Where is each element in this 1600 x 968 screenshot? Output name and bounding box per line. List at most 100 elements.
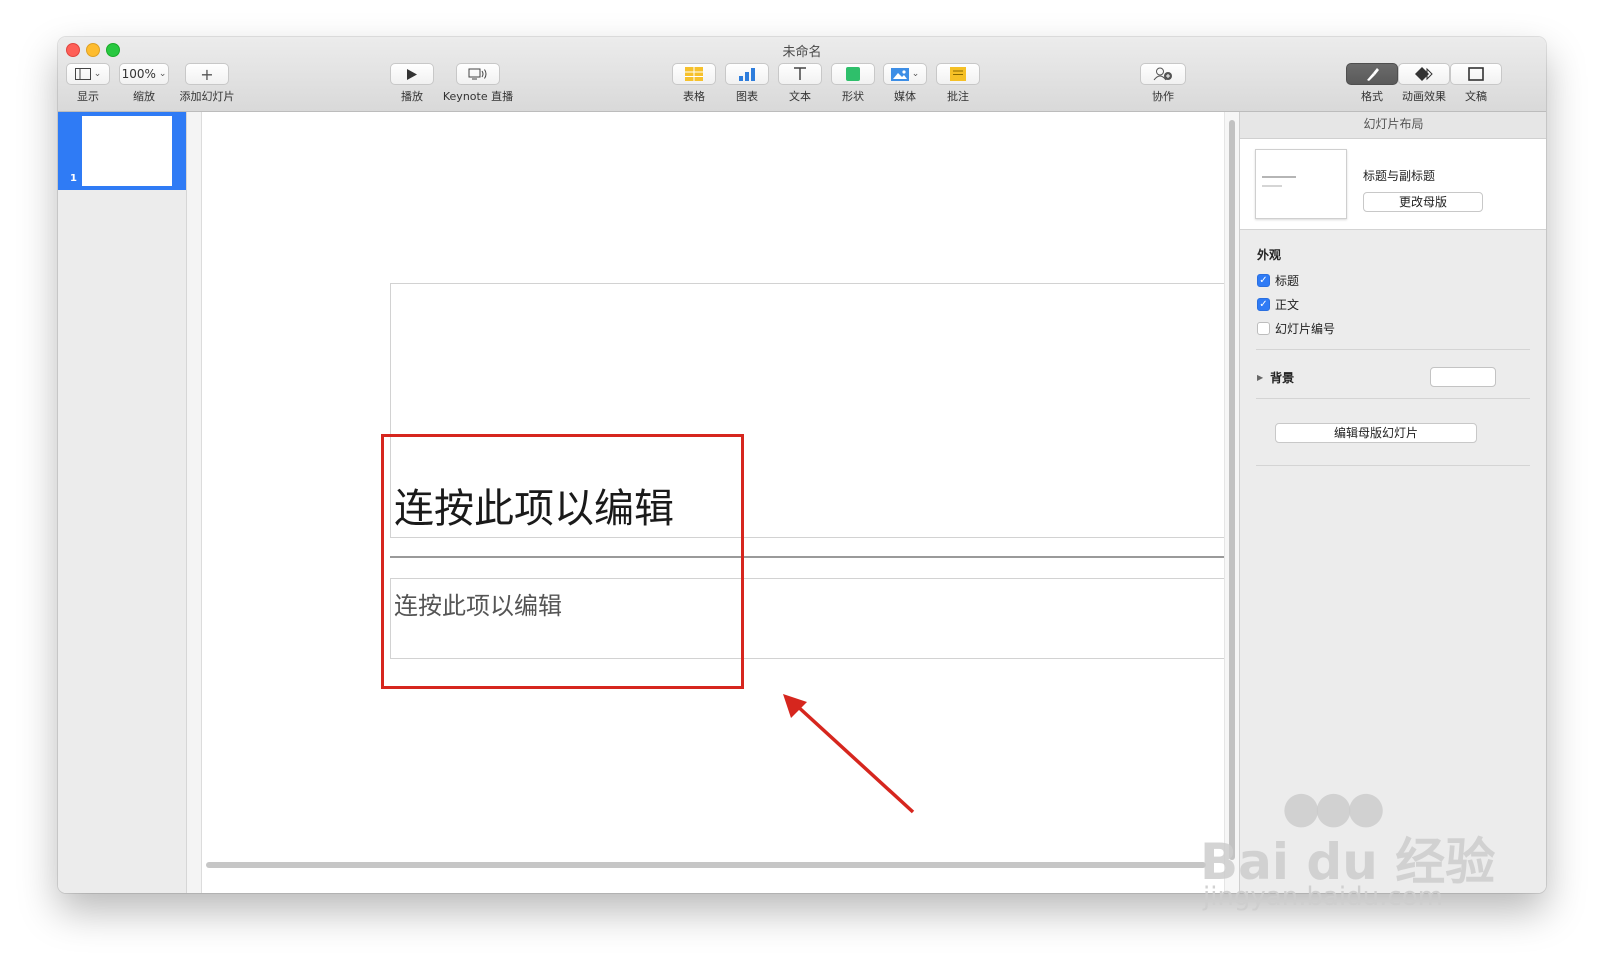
window-title: 未命名 (782, 45, 822, 60)
comment-label: 批注 (947, 90, 969, 103)
background-color-well[interactable] (1430, 367, 1496, 387)
canvas-margin (187, 112, 202, 893)
annotation-arrow (783, 694, 915, 814)
animate-label: 动画效果 (1402, 90, 1446, 103)
body-checkbox-row[interactable]: ✓ 正文 (1257, 296, 1299, 312)
shape-icon (846, 67, 860, 81)
slide-navigator: 1 (58, 112, 187, 893)
comment-tool[interactable]: 批注 (936, 63, 980, 104)
disclosure-triangle-icon: ▶ (1257, 373, 1264, 382)
media-button[interactable]: ⌄ (883, 63, 927, 85)
checkbox-unchecked[interactable] (1257, 321, 1270, 335)
zoom-select[interactable]: 100% ⌄ (119, 63, 169, 85)
comment-icon (950, 67, 966, 81)
add-slide-label: 添加幻灯片 (179, 90, 235, 103)
chevron-down-icon: ⌄ (93, 69, 102, 79)
checkbox-label: 标题 (1275, 273, 1300, 288)
document-button[interactable] (1450, 63, 1502, 85)
table-button[interactable] (672, 63, 716, 85)
chevron-down-icon: ⌄ (911, 69, 920, 79)
add-slide-tool[interactable]: + 添加幻灯片 (176, 63, 238, 104)
keynote-live-button[interactable] (456, 63, 500, 85)
table-icon (685, 67, 703, 81)
slide-thumbnail-selected[interactable]: 1 (58, 112, 186, 190)
shape-label: 形状 (842, 90, 864, 103)
play-icon (407, 68, 417, 80)
chevron-down-icon: ⌄ (158, 69, 167, 79)
slide-canvas[interactable]: 连按此项以编辑 连按此项以编辑 (202, 112, 1336, 893)
add-slide-button[interactable]: + (185, 63, 229, 85)
text-tool[interactable]: 文本 (778, 63, 822, 104)
edit-master-slide-button[interactable]: 编辑母版幻灯片 (1275, 423, 1477, 443)
document-tool[interactable]: 文稿 (1450, 63, 1502, 104)
zoom-label: 缩放 (133, 90, 155, 103)
play-label: 播放 (401, 90, 423, 103)
shape-button[interactable] (831, 63, 875, 85)
divider (1256, 465, 1530, 466)
watermark-url: jingyan.baidu.com (1203, 882, 1443, 912)
paintbrush-icon (1367, 68, 1379, 81)
checkbox-checked[interactable]: ✓ (1257, 297, 1270, 311)
animate-icon (1415, 67, 1433, 81)
slide-number: 1 (70, 173, 77, 184)
collaborate-icon (1153, 67, 1172, 81)
table-label: 表格 (683, 90, 705, 103)
keynote-live-label: Keynote 直播 (442, 90, 514, 103)
format-tool[interactable]: 格式 (1346, 63, 1398, 104)
slide-number-checkbox-row[interactable]: 幻灯片编号 (1257, 320, 1335, 336)
view-button[interactable]: ⌄ (66, 63, 110, 85)
title-checkbox-row[interactable]: ✓ 标题 (1257, 272, 1299, 288)
view-tool[interactable]: ⌄ 显示 (66, 63, 110, 104)
collaborate-button[interactable] (1140, 63, 1186, 85)
format-label: 格式 (1361, 90, 1383, 103)
keynote-window: 未命名 ⌄ 显示 100% ⌄ 缩放 + 添加幻灯片 播放 Keynote 直播… (58, 37, 1546, 893)
annotation-highlight-box (381, 434, 744, 689)
zoom-tool[interactable]: 100% ⌄ 缩放 (119, 63, 169, 104)
shape-tool[interactable]: 形状 (831, 63, 875, 104)
collaborate-tool[interactable]: 协作 (1140, 63, 1186, 104)
plus-icon: + (200, 64, 214, 84)
format-inspector: 幻灯片布局 标题与副标题 更改母版 外观 ✓ 标题 ✓ 正文 幻灯片编号 ▶ 背… (1239, 112, 1546, 893)
animate-button[interactable] (1398, 63, 1450, 85)
sidebar-view-icon (74, 68, 91, 80)
animate-tool[interactable]: 动画效果 (1398, 63, 1450, 104)
keynote-live-tool[interactable]: Keynote 直播 (441, 63, 515, 104)
collaborate-label: 协作 (1152, 90, 1174, 103)
text-button[interactable] (778, 63, 822, 85)
divider (1256, 398, 1530, 399)
change-master-button[interactable]: 更改母版 (1363, 192, 1483, 212)
divider (1256, 349, 1530, 350)
chart-tool[interactable]: 图表 (725, 63, 769, 104)
checkbox-label: 幻灯片编号 (1275, 321, 1336, 336)
zoom-value: 100% (121, 67, 156, 81)
format-button[interactable] (1346, 63, 1398, 85)
view-label: 显示 (77, 90, 99, 103)
text-label: 文本 (789, 90, 811, 103)
background-label: 背景 (1270, 371, 1295, 385)
layout-thumbnail[interactable] (1255, 149, 1347, 219)
play-button[interactable] (390, 63, 434, 85)
media-icon (890, 67, 909, 81)
horizontal-scroll-thumb[interactable] (206, 862, 1206, 868)
play-tool[interactable]: 播放 (390, 63, 434, 104)
media-tool[interactable]: ⌄ 媒体 (883, 63, 927, 104)
chart-label: 图表 (736, 90, 758, 103)
chart-button[interactable] (725, 63, 769, 85)
checkbox-checked[interactable]: ✓ (1257, 273, 1270, 287)
comment-button[interactable] (936, 63, 980, 85)
baidu-watermark: ●●● Bai du 经验 jingyan.baidu.com (1200, 782, 1495, 922)
vertical-scrollbar[interactable] (1224, 112, 1239, 893)
slide-thumbnail[interactable] (82, 116, 172, 186)
document-icon (1468, 67, 1484, 81)
keynote-live-icon (468, 68, 487, 80)
chart-icon (739, 68, 755, 81)
media-label: 媒体 (894, 90, 916, 103)
checkbox-label: 正文 (1275, 297, 1300, 312)
vertical-scroll-thumb[interactable] (1229, 120, 1235, 860)
toolbar: 未命名 ⌄ 显示 100% ⌄ 缩放 + 添加幻灯片 播放 Keynote 直播… (58, 37, 1546, 112)
table-tool[interactable]: 表格 (672, 63, 716, 104)
horizontal-scrollbar[interactable] (202, 859, 1224, 871)
background-disclosure[interactable]: ▶ 背景 (1257, 369, 1294, 386)
layout-name: 标题与副标题 (1363, 169, 1436, 183)
layout-card: 标题与副标题 更改母版 (1240, 139, 1546, 230)
